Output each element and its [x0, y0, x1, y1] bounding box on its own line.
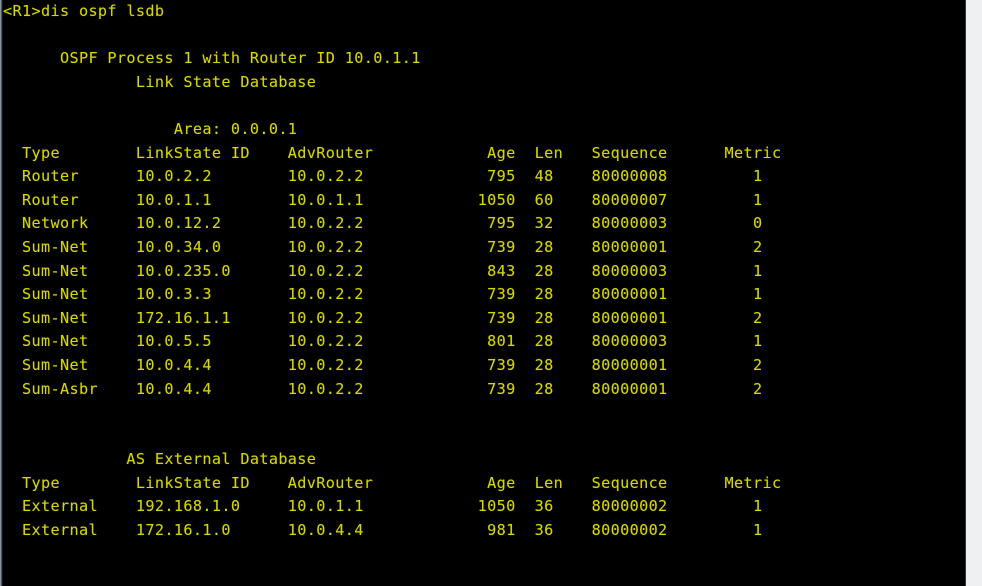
terminal-screen[interactable]: <R1> <R1>dis ospf lsdb OSPF Process 1 wi… [3, 0, 964, 586]
vertical-scrollbar[interactable] [965, 0, 982, 586]
console-output: <R1>dis ospf lsdb OSPF Process 1 with Ro… [3, 2, 782, 540]
clipped-previous-line: <R1> [6, 0, 44, 6]
terminal-window: <R1> <R1>dis ospf lsdb OSPF Process 1 wi… [0, 0, 982, 586]
